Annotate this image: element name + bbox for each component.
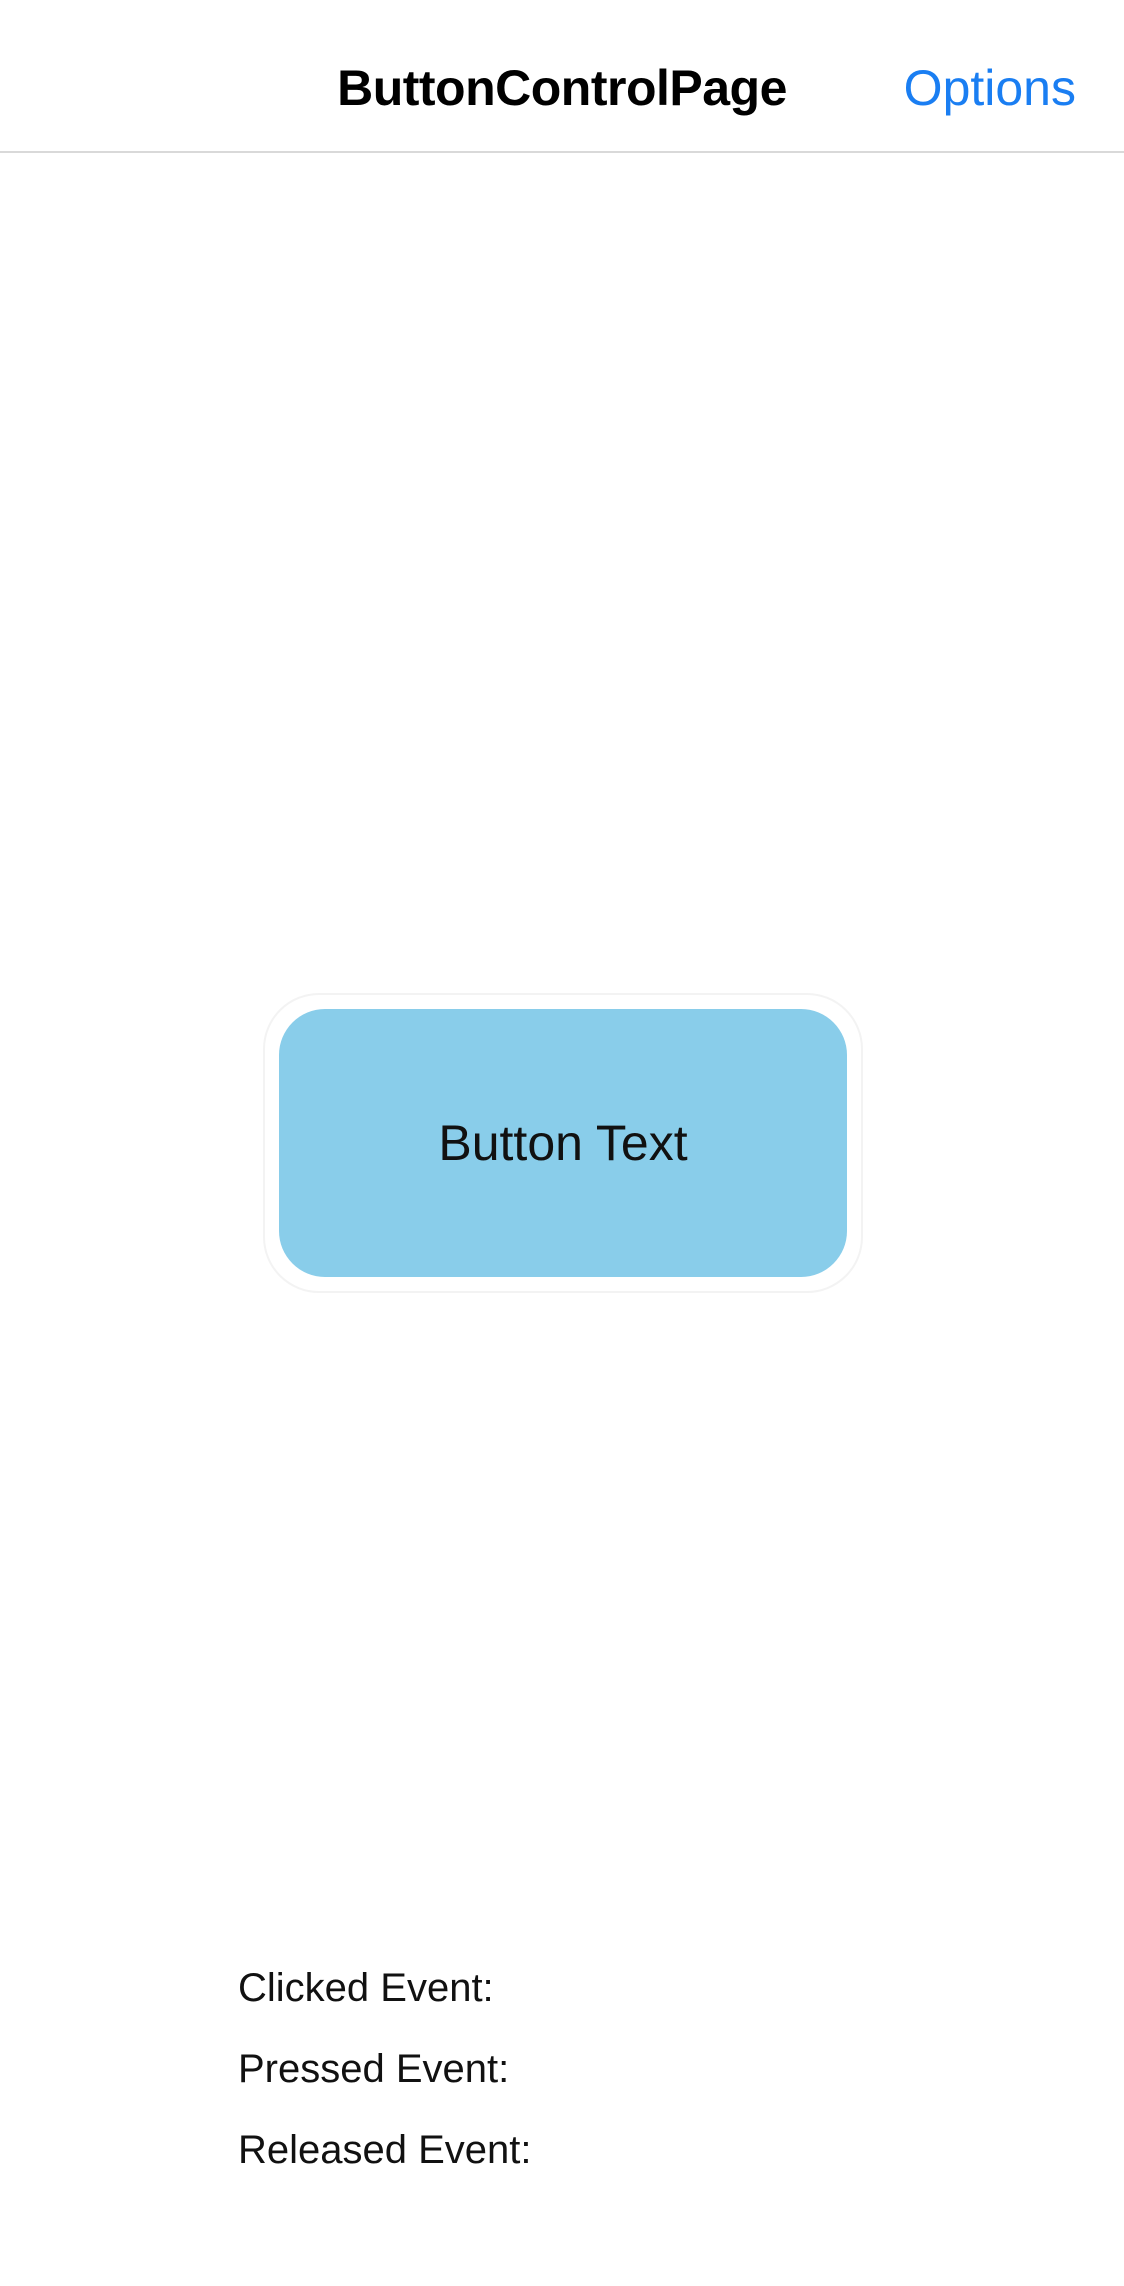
event-log: Clicked Event: Pressed Event: Released E… xyxy=(238,1948,546,2191)
clicked-event-row: Clicked Event: xyxy=(238,1948,546,2029)
released-event-label: Released Event: xyxy=(238,2128,532,2172)
button-control-frame: Button Text xyxy=(263,993,863,1293)
button-text-button[interactable]: Button Text xyxy=(279,1009,847,1277)
released-event-row: Released Event: xyxy=(238,2110,546,2191)
clicked-event-label: Clicked Event: xyxy=(238,1966,494,2010)
pressed-event-row: Pressed Event: xyxy=(238,2029,546,2110)
navigation-bar: ButtonControlPage Options xyxy=(0,0,1124,153)
options-button[interactable]: Options xyxy=(904,58,1076,118)
pressed-event-label: Pressed Event: xyxy=(238,2047,510,2091)
app-screen: ButtonControlPage Options Button Text Cl… xyxy=(0,0,1124,2286)
page-content: Button Text Clicked Event: Pressed Event… xyxy=(0,153,1124,2286)
